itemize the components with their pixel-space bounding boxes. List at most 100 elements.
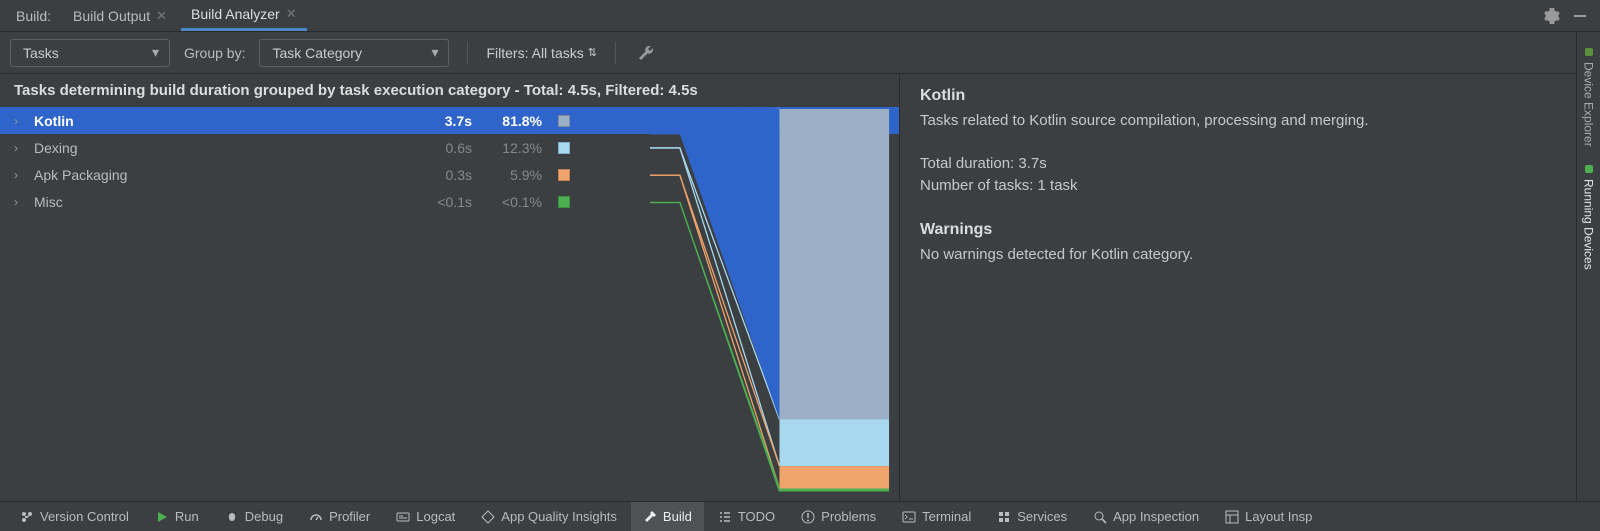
- vtab-label: Device Explorer: [1582, 62, 1596, 147]
- toolwindow-logcat[interactable]: Logcat: [384, 502, 467, 531]
- detail-title: Kotlin: [920, 84, 1580, 108]
- group-by-label: Group by:: [184, 45, 245, 61]
- chevron-right-icon: ›: [14, 168, 24, 182]
- chevron-down-icon: ▾: [152, 44, 159, 61]
- detail-task-count: Number of tasks: 1 task: [920, 175, 1580, 198]
- task-name: Misc: [34, 194, 394, 210]
- separator: [615, 42, 616, 64]
- task-percent: 12.3%: [482, 140, 542, 156]
- play-icon: [155, 510, 169, 524]
- toolwindow-debug[interactable]: Debug: [213, 502, 295, 531]
- toolwindow-services[interactable]: Services: [985, 502, 1079, 531]
- tab-label: Build Analyzer: [191, 6, 280, 22]
- chevron-right-icon: ›: [14, 195, 24, 209]
- toolwindow-build[interactable]: Build: [631, 502, 704, 531]
- toolwindow-app-inspection[interactable]: App Inspection: [1081, 502, 1211, 531]
- toolwindow-terminal[interactable]: Terminal: [890, 502, 983, 531]
- hammer-icon: [643, 510, 657, 524]
- chevron-right-icon: ›: [14, 141, 24, 155]
- detail-pane: Kotlin Tasks related to Kotlin source co…: [900, 74, 1600, 501]
- separator: [467, 42, 468, 64]
- toolwindow-label: Problems: [821, 509, 876, 524]
- list-header: Tasks determining build duration grouped…: [0, 74, 899, 107]
- toolwindow-layout-insp[interactable]: Layout Insp: [1213, 502, 1324, 531]
- wrench-icon[interactable]: [634, 41, 658, 65]
- duration-chart: [650, 107, 899, 501]
- diamond-icon: [481, 510, 495, 524]
- device-icon: [1585, 48, 1593, 56]
- toolwindow-label: Build: [663, 509, 692, 524]
- toolwindow-label: Layout Insp: [1245, 509, 1312, 524]
- device-icon: [1585, 165, 1593, 173]
- color-swatch: [558, 196, 570, 208]
- toolwindow-label: TODO: [738, 509, 775, 524]
- toolwindow-label: App Inspection: [1113, 509, 1199, 524]
- term-icon: [902, 510, 916, 524]
- toolwindow-label: Services: [1017, 509, 1067, 524]
- close-icon[interactable]: ✕: [286, 6, 297, 22]
- toolwindow-label: App Quality Insights: [501, 509, 617, 524]
- panel-label: Build:: [8, 8, 59, 24]
- task-percent: 81.8%: [482, 113, 542, 129]
- toolwindow-app-quality-insights[interactable]: App Quality Insights: [469, 502, 629, 531]
- task-name: Dexing: [34, 140, 394, 156]
- toolwindow-label: Debug: [245, 509, 283, 524]
- tab-build-output[interactable]: Build Output ✕: [63, 0, 177, 31]
- view-combo-value: Tasks: [23, 45, 59, 61]
- task-percent: <0.1%: [482, 194, 542, 210]
- main-area: Tasks determining build duration grouped…: [0, 74, 1600, 501]
- view-combo[interactable]: Tasks ▾: [10, 39, 170, 67]
- task-duration: <0.1s: [404, 194, 472, 210]
- gear-icon[interactable]: [1540, 4, 1564, 28]
- close-icon[interactable]: ✕: [156, 8, 167, 24]
- detail-total-duration: Total duration: 3.7s: [920, 153, 1580, 176]
- task-percent: 5.9%: [482, 167, 542, 183]
- toolwindow-label: Run: [175, 509, 199, 524]
- toolwindow-todo[interactable]: TODO: [706, 502, 787, 531]
- bug-icon: [225, 510, 239, 524]
- group-by-value: Task Category: [272, 45, 361, 61]
- layout-icon: [1225, 510, 1239, 524]
- task-name: Kotlin: [34, 113, 394, 129]
- tab-label: Build Output: [73, 8, 150, 24]
- detail-description: Tasks related to Kotlin source compilati…: [920, 110, 1580, 133]
- filters-dropdown[interactable]: Filters: All tasks ⇅: [486, 45, 596, 61]
- meter-icon: [309, 510, 323, 524]
- minimize-icon[interactable]: [1568, 4, 1592, 28]
- tab-build-analyzer[interactable]: Build Analyzer ✕: [181, 0, 307, 31]
- color-swatch: [558, 142, 570, 154]
- vtab-running-devices[interactable]: Running Devices: [1582, 165, 1596, 270]
- analyzer-toolbar: Tasks ▾ Group by: Task Category ▾ Filter…: [0, 32, 1600, 74]
- toolwindow-run[interactable]: Run: [143, 502, 211, 531]
- task-tree: › Kotlin 3.7s 81.8% › Dexing 0.6s 12.3% › Apk Pac…: [0, 107, 899, 501]
- right-toolwindow-strip: Device Explorer Running Devices: [1576, 32, 1600, 501]
- color-swatch: [558, 115, 570, 127]
- build-panel-tabs: Build: Build Output ✕ Build Analyzer ✕: [0, 0, 1600, 32]
- vtab-device-explorer[interactable]: Device Explorer: [1582, 48, 1596, 147]
- warnings-text: No warnings detected for Kotlin category…: [920, 244, 1580, 267]
- branch-icon: [20, 510, 34, 524]
- chevron-right-icon: ›: [14, 114, 24, 128]
- warnings-title: Warnings: [920, 218, 1580, 242]
- task-duration: 0.3s: [404, 167, 472, 183]
- task-duration: 0.6s: [404, 140, 472, 156]
- warn-icon: [801, 510, 815, 524]
- toolwindow-version-control[interactable]: Version Control: [8, 502, 141, 531]
- tasks-pane: Tasks determining build duration grouped…: [0, 74, 900, 501]
- sort-icon: ⇅: [588, 46, 597, 59]
- svc-icon: [997, 510, 1011, 524]
- task-duration: 3.7s: [404, 113, 472, 129]
- chevron-down-icon: ▾: [431, 44, 438, 61]
- toolwindow-label: Terminal: [922, 509, 971, 524]
- list-icon: [718, 510, 732, 524]
- vtab-label: Running Devices: [1582, 179, 1596, 270]
- toolwindow-label: Version Control: [40, 509, 129, 524]
- bottom-toolwindow-bar: Version Control Run Debug ProfilerLogcat App…: [0, 501, 1600, 531]
- inspect-icon: [1093, 510, 1107, 524]
- toolwindow-problems[interactable]: Problems: [789, 502, 888, 531]
- task-name: Apk Packaging: [34, 167, 394, 183]
- filters-label: Filters: All tasks: [486, 45, 583, 61]
- logcat-icon: [396, 510, 410, 524]
- toolwindow-profiler[interactable]: Profiler: [297, 502, 382, 531]
- group-by-combo[interactable]: Task Category ▾: [259, 39, 449, 67]
